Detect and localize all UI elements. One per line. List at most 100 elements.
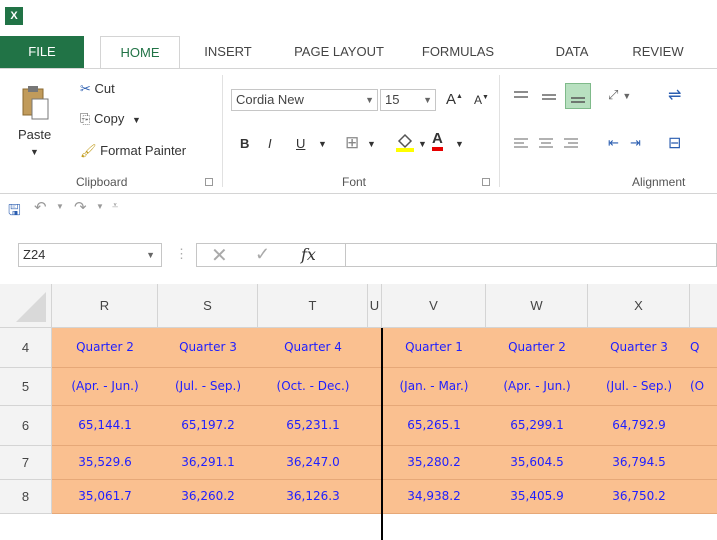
paste-icon[interactable] xyxy=(20,85,50,121)
orientation-dropdown-icon[interactable]: ▼ xyxy=(622,91,631,101)
customize-qat-icon[interactable]: ⩡ xyxy=(112,200,118,213)
table-cell[interactable]: 65,197.2 xyxy=(158,406,258,445)
underline-button[interactable]: U xyxy=(296,136,305,151)
tab-review[interactable]: REVIEW xyxy=(618,36,698,68)
table-cell[interactable]: (Jul. - Sep.) xyxy=(588,368,690,405)
bold-button[interactable]: B xyxy=(240,136,249,151)
table-cell[interactable]: 36,247.0 xyxy=(258,446,368,479)
paste-dropdown-icon[interactable]: ▼ xyxy=(30,147,39,157)
redo-icon[interactable]: ↷ xyxy=(74,198,87,216)
merge-center-icon[interactable]: ⊟ xyxy=(668,133,681,153)
tab-data[interactable]: DATA xyxy=(540,36,604,68)
row-header[interactable]: 4 xyxy=(0,328,52,368)
table-cell[interactable]: Quarter 2 xyxy=(486,328,588,367)
table-cell[interactable]: 35,529.6 xyxy=(52,446,158,479)
increase-indent-icon[interactable]: ⇥ xyxy=(630,135,641,151)
enter-icon[interactable]: ✓ xyxy=(255,244,270,265)
copy-dropdown-icon[interactable]: ▼ xyxy=(132,115,141,125)
splitter-handle-icon[interactable]: ⋮ xyxy=(175,246,188,262)
table-cell[interactable] xyxy=(690,480,717,513)
table-cell[interactable]: 65,231.1 xyxy=(258,406,368,445)
table-cell[interactable]: 35,280.2 xyxy=(382,446,486,479)
table-cell[interactable]: 65,144.1 xyxy=(52,406,158,445)
table-cell[interactable]: (Jul. - Sep.) xyxy=(158,368,258,405)
formula-input[interactable] xyxy=(346,243,717,267)
table-cell[interactable]: 65,299.1 xyxy=(486,406,588,445)
table-cell[interactable]: 36,794.5 xyxy=(588,446,690,479)
table-cell[interactable]: Quarter 1 xyxy=(382,328,486,367)
grow-font-button[interactable]: A▲ xyxy=(446,91,463,108)
select-all-corner[interactable] xyxy=(0,284,52,328)
table-cell[interactable]: 65,265.1 xyxy=(382,406,486,445)
table-cell[interactable]: (O xyxy=(690,368,717,405)
row-header[interactable]: 8 xyxy=(0,480,52,514)
orientation-icon[interactable]: ⤢ ▼ xyxy=(608,87,631,103)
row-header[interactable]: 6 xyxy=(0,406,52,446)
column-header[interactable]: W xyxy=(486,284,588,328)
fill-color-icon[interactable] xyxy=(395,131,415,156)
align-middle-icon[interactable] xyxy=(540,87,558,105)
table-cell[interactable]: (Oct. - Dec.) xyxy=(258,368,368,405)
font-name-select[interactable]: Cordia New ▼ xyxy=(231,89,378,111)
tab-insert[interactable]: INSERT xyxy=(188,36,268,68)
undo-dropdown-icon[interactable]: ▼ xyxy=(56,202,64,211)
format-painter-button[interactable]: 🖌 Format Painter xyxy=(80,143,186,159)
align-left-icon[interactable] xyxy=(512,135,530,153)
align-center-icon[interactable] xyxy=(537,135,555,153)
font-color-dropdown-icon[interactable]: ▼ xyxy=(455,139,464,149)
table-cell[interactable] xyxy=(368,446,382,479)
column-header[interactable]: R xyxy=(52,284,158,328)
table-cell[interactable]: 36,126.3 xyxy=(258,480,368,513)
font-color-icon[interactable]: A xyxy=(432,131,443,151)
table-cell[interactable]: 36,260.2 xyxy=(158,480,258,513)
column-header[interactable]: T xyxy=(258,284,368,328)
table-cell[interactable]: (Apr. - Jun.) xyxy=(486,368,588,405)
copy-button[interactable]: ⎘ Copy ▼ xyxy=(80,111,141,127)
insert-function-icon[interactable]: fx xyxy=(301,245,316,264)
cancel-icon[interactable]: ✕ xyxy=(211,243,228,268)
table-cell[interactable]: Quarter 3 xyxy=(588,328,690,367)
underline-dropdown-icon[interactable]: ▼ xyxy=(318,139,327,149)
paste-button[interactable]: Paste xyxy=(18,127,51,142)
row-header[interactable]: 7 xyxy=(0,446,52,480)
column-header[interactable] xyxy=(690,284,717,328)
name-box[interactable]: Z24 ▼ xyxy=(18,243,162,267)
decrease-indent-icon[interactable]: ⇤ xyxy=(608,135,619,151)
column-header[interactable]: X xyxy=(588,284,690,328)
table-cell[interactable] xyxy=(690,446,717,479)
table-cell[interactable]: 64,792.9 xyxy=(588,406,690,445)
tab-formulas[interactable]: FORMULAS xyxy=(410,36,506,68)
table-cell[interactable] xyxy=(368,480,382,513)
fill-color-dropdown-icon[interactable]: ▼ xyxy=(418,139,427,149)
save-icon[interactable]: 🖫 xyxy=(8,200,21,225)
align-top-icon[interactable] xyxy=(512,87,530,105)
undo-icon[interactable]: ↶ xyxy=(34,198,47,216)
row-header[interactable]: 5 xyxy=(0,368,52,406)
table-cell[interactable]: 34,938.2 xyxy=(382,480,486,513)
excel-logo-icon[interactable]: X xyxy=(5,7,23,25)
table-cell[interactable]: Quarter 3 xyxy=(158,328,258,367)
table-cell[interactable]: Q xyxy=(690,328,717,367)
tab-file[interactable]: FILE xyxy=(0,36,84,68)
wrap-text-icon[interactable]: ⇌ xyxy=(668,85,681,105)
table-cell[interactable]: 35,405.9 xyxy=(486,480,588,513)
column-header[interactable]: S xyxy=(158,284,258,328)
borders-icon[interactable]: ⊞ xyxy=(345,133,359,153)
table-cell[interactable]: 36,291.1 xyxy=(158,446,258,479)
table-cell[interactable] xyxy=(690,406,717,445)
borders-dropdown-icon[interactable]: ▼ xyxy=(367,139,376,149)
table-cell[interactable] xyxy=(368,368,382,405)
align-bottom-icon[interactable] xyxy=(565,83,591,109)
table-cell[interactable]: (Jan. - Mar.) xyxy=(382,368,486,405)
tab-page-layout[interactable]: PAGE LAYOUT xyxy=(280,36,398,68)
tab-home[interactable]: HOME xyxy=(100,36,180,69)
column-header[interactable]: V xyxy=(382,284,486,328)
font-launcher-icon[interactable] xyxy=(482,178,490,186)
cut-button[interactable]: ✂ Cut xyxy=(80,81,115,97)
table-cell[interactable]: 35,061.7 xyxy=(52,480,158,513)
redo-dropdown-icon[interactable]: ▼ xyxy=(96,202,104,211)
table-cell[interactable]: (Apr. - Jun.) xyxy=(52,368,158,405)
table-cell[interactable]: 36,750.2 xyxy=(588,480,690,513)
column-header[interactable]: U xyxy=(368,284,382,328)
table-cell[interactable]: 35,604.5 xyxy=(486,446,588,479)
